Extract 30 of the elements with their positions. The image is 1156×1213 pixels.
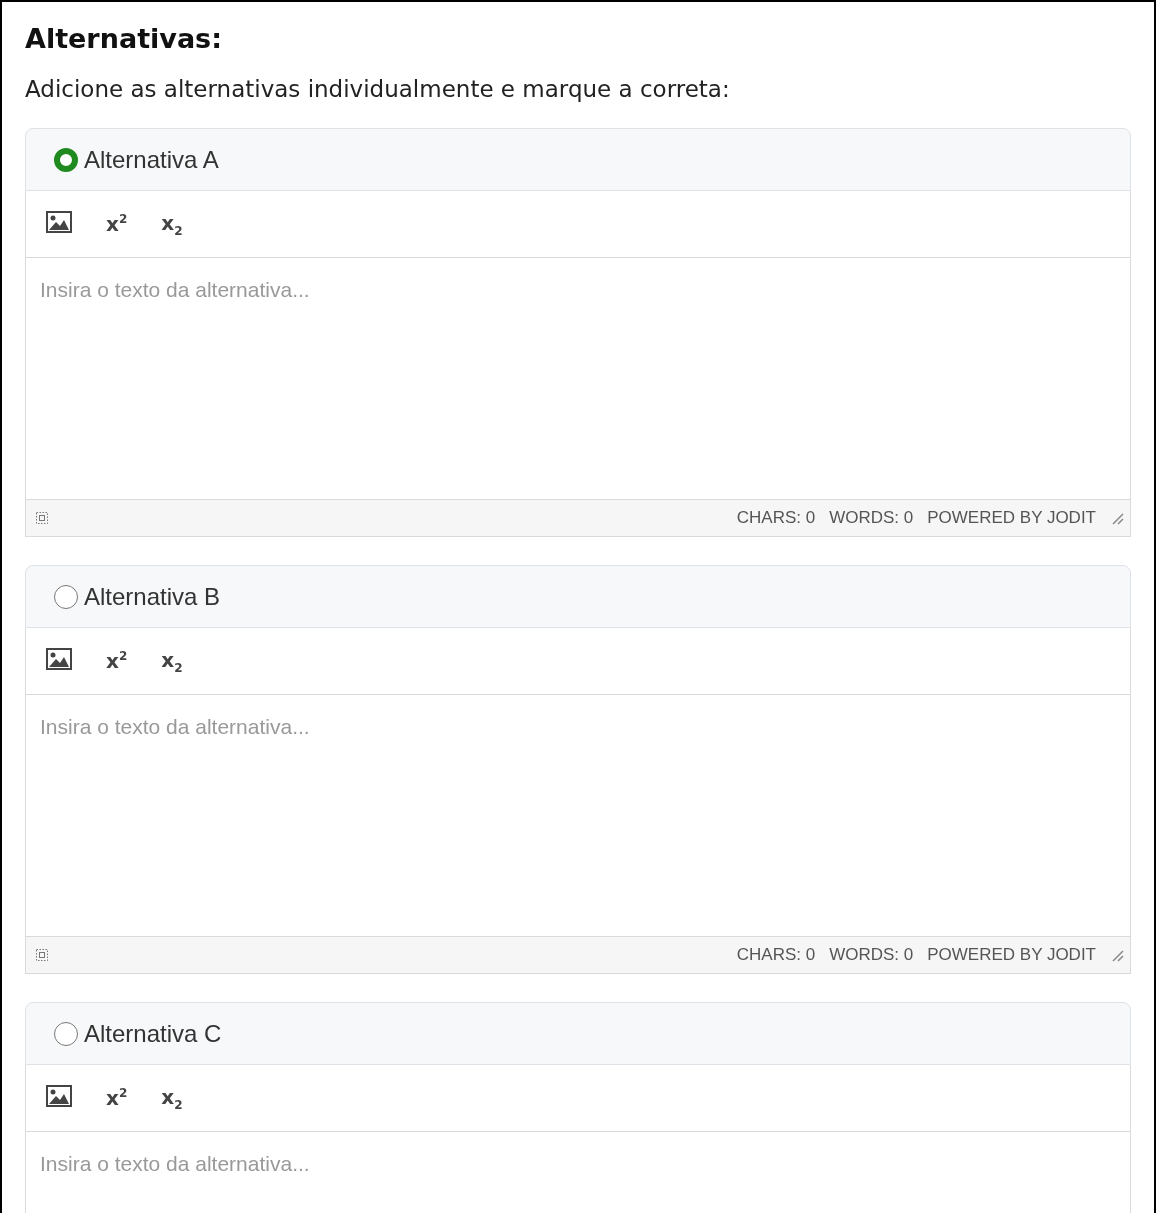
- status-text: WORDS: 0: [829, 945, 914, 965]
- image-icon: [46, 647, 72, 670]
- status-text: POWERED BY JODIT: [927, 508, 1096, 528]
- image-icon: [46, 1084, 72, 1107]
- format-button[interactable]: x$^{2}$: [102, 208, 132, 240]
- instruction-text: Adicione as alternativas individualmente e marque a correta:: [25, 75, 731, 104]
- status-text: CHARS: 0: [736, 508, 816, 528]
- alternative-label: Alternativa C: [84, 1019, 222, 1048]
- section-title: Alternativas:: [25, 22, 223, 56]
- format-button[interactable]: x$^{2}$: [102, 645, 132, 677]
- status-text: WORDS: 0: [829, 508, 914, 528]
- radio-button[interactable]: [54, 584, 78, 609]
- placeholder-text: Insira o texto da alternativa...: [40, 1152, 310, 1175]
- alternative-label: Alternativa B: [84, 582, 221, 611]
- placeholder-text: Insira o texto da alternativa...: [40, 715, 310, 738]
- format-button[interactable]: x$_{2}$: [157, 1080, 187, 1116]
- alternative-label: Alternativa A: [84, 145, 219, 174]
- status-text: CHARS: 0: [736, 945, 816, 965]
- format-button[interactable]: x$^{2}$: [102, 1082, 132, 1114]
- placeholder-text: Insira o texto da alternativa...: [40, 278, 310, 301]
- image-icon: [46, 210, 72, 233]
- format-button[interactable]: x$_{2}$: [157, 643, 187, 679]
- status-text: POWERED BY JODIT: [927, 945, 1096, 965]
- resize-handle-icon[interactable]: [1110, 948, 1124, 962]
- select-icon: [36, 949, 48, 961]
- resize-handle-icon[interactable]: [1110, 511, 1124, 525]
- radio-button[interactable]: [54, 147, 78, 172]
- format-button[interactable]: x$_{2}$: [157, 206, 187, 242]
- radio-button[interactable]: [54, 1021, 78, 1046]
- select-icon: [36, 512, 48, 524]
